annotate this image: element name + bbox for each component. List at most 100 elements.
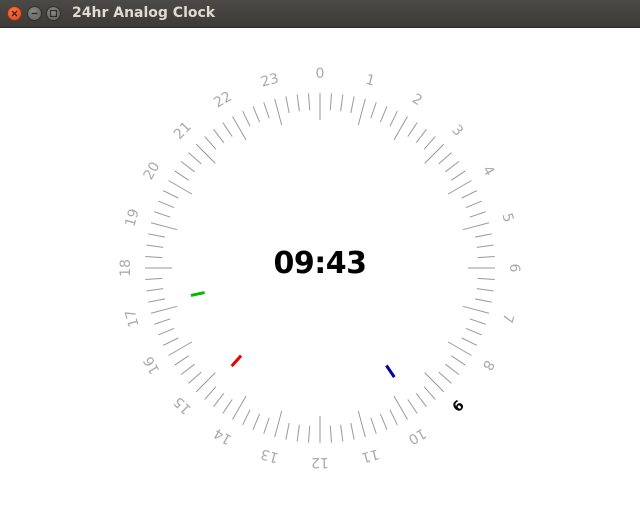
hour-tick xyxy=(195,372,216,393)
minor-tick xyxy=(445,363,460,375)
minor-tick xyxy=(407,122,418,137)
minor-tick xyxy=(474,298,492,303)
close-icon xyxy=(11,10,18,17)
minor-tick xyxy=(445,161,460,173)
second-hand xyxy=(230,354,243,368)
minor-tick xyxy=(350,96,355,114)
minor-tick xyxy=(285,96,290,114)
hour-tick xyxy=(274,98,283,126)
minor-tick xyxy=(477,277,495,280)
minor-tick xyxy=(263,102,270,119)
hour-label: 4 xyxy=(479,163,497,179)
hour-label: 20 xyxy=(141,159,164,182)
minor-tick xyxy=(145,256,163,259)
minor-tick xyxy=(180,363,195,375)
maximize-icon xyxy=(49,9,58,18)
minor-tick xyxy=(329,425,332,443)
hour-label: 8 xyxy=(479,357,497,373)
minor-tick xyxy=(242,409,251,426)
minor-tick xyxy=(174,355,189,366)
hour-tick xyxy=(424,143,445,164)
minimize-button[interactable] xyxy=(27,6,42,21)
hour-label: 2 xyxy=(409,91,425,109)
minor-tick xyxy=(423,386,436,400)
minimize-icon xyxy=(31,12,38,15)
minor-tick xyxy=(438,371,452,384)
hour-tick xyxy=(424,372,445,393)
minor-tick xyxy=(180,161,195,173)
minor-tick xyxy=(296,424,300,442)
hour-label: 17 xyxy=(123,308,143,329)
hour-tick xyxy=(447,341,472,356)
minor-tick xyxy=(148,298,166,303)
hour-tick xyxy=(393,395,408,420)
minor-tick xyxy=(476,288,494,292)
hour-label: 23 xyxy=(259,71,280,91)
hour-tick xyxy=(232,116,247,141)
minor-tick xyxy=(329,93,332,111)
minor-tick xyxy=(222,399,233,414)
hour-label: 18 xyxy=(118,259,134,277)
minor-tick xyxy=(174,170,189,181)
digital-time: 09:43 xyxy=(273,246,368,281)
title-bar: 24hr Analog Clock xyxy=(0,0,640,28)
hour-label: 5 xyxy=(499,211,517,224)
hour-hand xyxy=(385,364,396,378)
minor-tick xyxy=(461,190,478,199)
hour-tick xyxy=(274,410,283,438)
minor-tick xyxy=(451,355,466,366)
minor-tick xyxy=(188,371,202,384)
minor-tick xyxy=(465,328,482,336)
minor-tick xyxy=(407,399,418,414)
hour-label: 21 xyxy=(171,119,195,143)
hour-label: 10 xyxy=(405,425,428,448)
minor-tick xyxy=(146,288,164,292)
hour-label: 19 xyxy=(123,207,143,228)
minor-tick xyxy=(438,152,452,165)
hour-label: 16 xyxy=(141,353,164,377)
minor-tick xyxy=(370,102,377,119)
close-button[interactable] xyxy=(7,6,22,21)
minor-tick xyxy=(158,200,175,208)
minor-tick xyxy=(252,106,260,123)
minor-tick xyxy=(263,417,270,434)
hour-tick xyxy=(168,180,193,195)
hour-label: 1 xyxy=(364,72,377,90)
hour-label: 13 xyxy=(259,445,280,465)
minor-tick xyxy=(389,409,398,426)
minor-tick xyxy=(340,94,344,112)
clock-canvas: 0 1 2 3 4 5 6 7 8 9 10 11 12 13 14 15 16 17 18 19 20 21 22 23 0… xyxy=(0,28,640,508)
minor-tick xyxy=(469,318,486,325)
window-title: 24hr Analog Clock xyxy=(72,5,216,21)
minor-tick xyxy=(415,393,427,408)
minor-tick xyxy=(158,328,175,336)
minor-tick xyxy=(477,256,495,259)
minor-tick xyxy=(308,425,311,443)
minute-hand xyxy=(190,291,205,297)
minor-tick xyxy=(370,417,377,434)
minor-tick xyxy=(423,136,436,150)
minor-tick xyxy=(204,386,217,400)
minor-tick xyxy=(154,318,171,325)
minor-tick xyxy=(469,211,486,218)
hour-tick xyxy=(195,143,216,164)
hour-label: 22 xyxy=(211,89,234,112)
minor-tick xyxy=(213,128,225,143)
minor-tick xyxy=(296,94,300,112)
hour-tick xyxy=(393,116,408,141)
minor-tick xyxy=(252,413,260,430)
hour-label: 3 xyxy=(448,122,466,140)
maximize-button[interactable] xyxy=(46,6,61,21)
minor-tick xyxy=(476,244,494,248)
minor-tick xyxy=(145,277,163,280)
hour-tick xyxy=(357,410,366,438)
minor-tick xyxy=(148,233,166,238)
minor-tick xyxy=(451,170,466,181)
hour-tick xyxy=(357,98,366,126)
minor-tick xyxy=(350,422,355,440)
hour-label: 7 xyxy=(499,312,517,325)
minor-tick xyxy=(222,122,233,137)
hour-tick xyxy=(462,305,490,314)
hour-tick xyxy=(150,222,178,231)
minor-tick xyxy=(188,152,202,165)
